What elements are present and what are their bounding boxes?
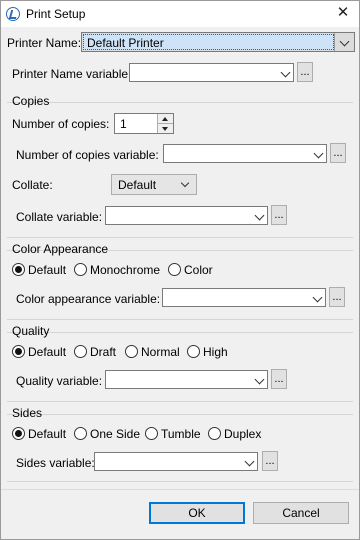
quality-group-label: Quality: [12, 324, 50, 338]
color-color-radio[interactable]: [168, 263, 181, 276]
printer-name-value: Default Printer: [87, 36, 164, 50]
color-appearance-variable-label: Color appearance variable:: [16, 292, 161, 306]
sides-default-radio[interactable]: [12, 427, 25, 440]
quality-normal-radio[interactable]: [125, 345, 138, 358]
quality-variable-select[interactable]: [105, 370, 268, 389]
sides-duplex-label: Duplex: [224, 427, 262, 441]
color-default-radio[interactable]: [12, 263, 25, 276]
sides-tumble-label: Tumble: [161, 427, 201, 441]
window-title: Print Setup: [26, 7, 86, 21]
sides-tumble-radio[interactable]: [145, 427, 158, 440]
collate-select[interactable]: Default: [111, 174, 197, 195]
sides-group: [7, 414, 353, 482]
chevron-down-icon: [280, 67, 291, 78]
printer-name-select[interactable]: Default Printer: [81, 32, 355, 52]
sides-default-label: Default: [28, 427, 67, 441]
app-logo-icon: [6, 7, 20, 21]
chevron-down-icon: [254, 210, 265, 221]
footer-divider: [1, 489, 359, 490]
color-default-label: Default: [28, 263, 67, 277]
chevron-down-icon: [254, 374, 265, 385]
printer-name-variable-select[interactable]: [129, 63, 294, 82]
cancel-button[interactable]: Cancel: [253, 502, 349, 524]
title-bar: Print Setup ✕: [1, 1, 359, 27]
quality-high-radio[interactable]: [187, 345, 200, 358]
collate-label: Collate:: [12, 178, 53, 192]
stepper-up-icon[interactable]: [158, 114, 173, 124]
chevron-down-icon: [313, 148, 324, 159]
number-of-copies-label: Number of copies:: [12, 117, 110, 131]
sides-variable-browse-button[interactable]: ...: [262, 451, 278, 471]
color-appearance-group: [7, 250, 353, 320]
sides-variable-select[interactable]: [94, 452, 258, 471]
quality-variable-browse-button[interactable]: ...: [271, 369, 287, 389]
color-appearance-variable-browse-button[interactable]: ...: [329, 287, 345, 307]
printer-name-label: Printer Name:: [7, 36, 82, 50]
collate-value: Default: [118, 178, 157, 192]
divider: [334, 33, 335, 51]
number-of-copies-stepper[interactable]: 1: [114, 113, 174, 134]
quality-default-label: Default: [28, 345, 67, 359]
number-of-copies-variable-label: Number of copies variable:: [16, 148, 159, 162]
quality-normal-label: Normal: [141, 345, 180, 359]
quality-high-label: High: [203, 345, 228, 359]
chevron-down-icon: [312, 292, 323, 303]
sides-one-side-label: One Side: [90, 427, 141, 441]
collate-variable-browse-button[interactable]: ...: [271, 205, 287, 225]
color-monochrome-label: Monochrome: [90, 263, 161, 277]
number-of-copies-variable-select[interactable]: [163, 144, 327, 163]
color-appearance-group-label: Color Appearance: [12, 242, 109, 256]
copies-group-label: Copies: [12, 94, 50, 108]
sides-duplex-radio[interactable]: [208, 427, 221, 440]
close-icon[interactable]: ✕: [332, 3, 354, 23]
stepper-buttons: [157, 114, 173, 133]
color-monochrome-radio[interactable]: [74, 263, 87, 276]
quality-default-radio[interactable]: [12, 345, 25, 358]
printer-name-variable-browse-button[interactable]: ...: [297, 62, 313, 82]
sides-one-side-radio[interactable]: [74, 427, 87, 440]
collate-variable-label: Collate variable:: [16, 210, 103, 224]
printer-name-variable-label: Printer Name variable:: [12, 67, 132, 81]
collate-variable-select[interactable]: [105, 206, 268, 225]
sides-variable-label: Sides variable:: [16, 456, 95, 470]
ok-button[interactable]: OK: [149, 502, 245, 524]
print-setup-dialog: Print Setup ✕ Printer Name: Default Prin…: [0, 0, 360, 540]
quality-variable-label: Quality variable:: [16, 374, 103, 388]
sides-group-label: Sides: [12, 406, 43, 420]
color-appearance-variable-select[interactable]: [162, 288, 326, 307]
quality-draft-label: Draft: [90, 345, 117, 359]
quality-group: [7, 332, 353, 402]
chevron-down-icon: [180, 178, 190, 188]
chevron-down-icon: [339, 36, 350, 47]
number-of-copies-variable-browse-button[interactable]: ...: [330, 143, 346, 163]
stepper-down-icon[interactable]: [158, 124, 173, 133]
chevron-down-icon: [244, 456, 255, 467]
quality-draft-radio[interactable]: [74, 345, 87, 358]
color-color-label: Color: [184, 263, 213, 277]
number-of-copies-value: 1: [120, 117, 127, 131]
